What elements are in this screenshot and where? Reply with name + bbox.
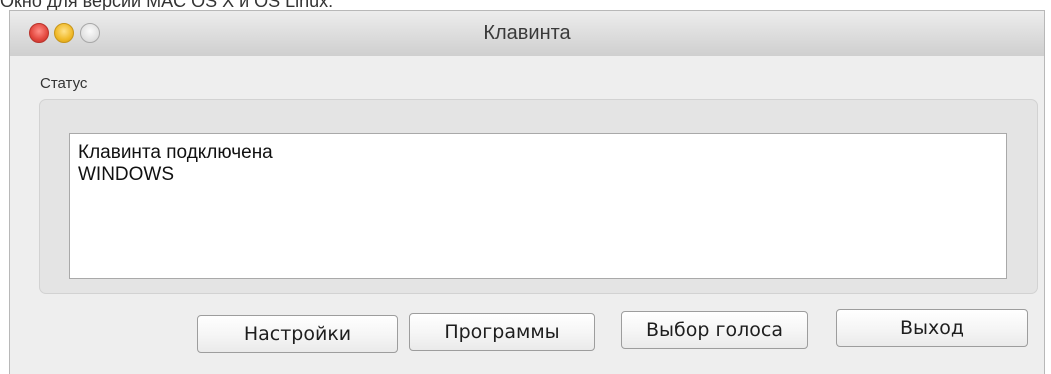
window-title: Клавинта [483, 22, 571, 44]
exit-button[interactable]: Выход [836, 309, 1028, 347]
app-window: Клавинта Статус Клавинта подключена WIND… [9, 10, 1045, 374]
voice-select-button[interactable]: Выбор голоса [621, 311, 808, 349]
status-group-label: Статус [40, 75, 88, 92]
status-line-os: WINDOWS [78, 164, 175, 185]
title-bar[interactable]: Клавинта [10, 11, 1044, 57]
status-text-area[interactable]: Клавинта подключена WINDOWS [69, 133, 1007, 279]
window-content: Статус Клавинта подключена WINDOWS Настр… [10, 56, 1044, 374]
settings-button[interactable]: Настройки [197, 315, 398, 353]
page: Окно для версии MAC OS X и OS Linux: Кла… [0, 0, 1051, 374]
status-line-connection: Клавинта подключена [78, 142, 273, 163]
programs-button[interactable]: Программы [409, 313, 595, 351]
status-group-box: Клавинта подключена WINDOWS [39, 99, 1038, 294]
